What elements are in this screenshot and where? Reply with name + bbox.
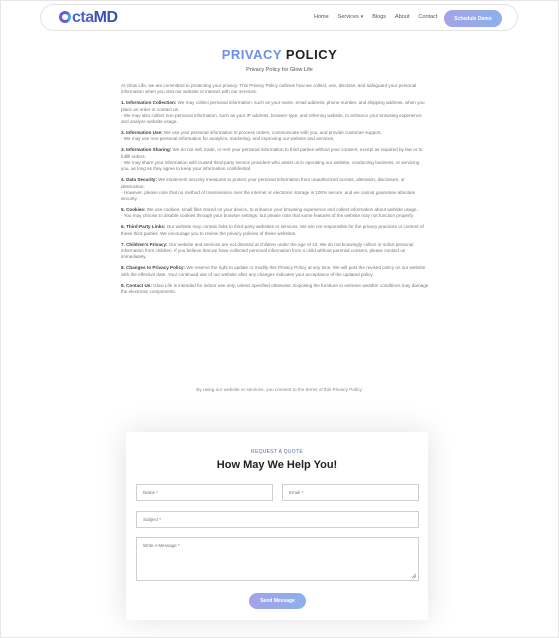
policy-sections: 1. Information Collection: We may collec…: [121, 100, 429, 295]
site-header: ctaMD Home Services ▾ Blogs About Contact…: [40, 4, 518, 31]
main-nav: Home Services ▾ Blogs About Contact: [314, 14, 446, 20]
schedule-demo-button[interactable]: Schedule Demo: [444, 10, 502, 27]
name-field[interactable]: [136, 484, 273, 501]
section-heading: 5. Cookies:: [121, 207, 146, 213]
consent-note: By using our website or services, you co…: [196, 387, 363, 392]
policy-section: 7. Children's Privacy: Our website and s…: [121, 242, 429, 261]
title-dark: POLICY: [281, 47, 338, 62]
form-eyebrow: REQUEST A QUOTE: [251, 449, 303, 455]
nav-services-label: Services: [337, 14, 359, 20]
chevron-down-icon: ▾: [360, 14, 364, 20]
form-title: How May We Help You!: [216, 459, 338, 471]
page-subtitle: Privacy Policy for Glow Life: [246, 67, 313, 73]
policy-intro: At Glow Life, we are committed to protec…: [121, 83, 417, 95]
send-message-button[interactable]: Send Message: [249, 593, 306, 609]
nav-services[interactable]: Services ▾: [338, 14, 364, 20]
section-text: Glow Life is intended for indoor use onl…: [121, 282, 429, 294]
section-text: We use your personal information to proc…: [162, 130, 382, 136]
logo-ring-icon: [59, 11, 71, 23]
policy-section: 8. Changes to Privacy Policy: We reserve…: [121, 265, 429, 278]
section-heading: 7. Children's Privacy:: [121, 241, 168, 247]
message-field[interactable]: [143, 543, 412, 575]
nav-blogs[interactable]: Blogs: [372, 14, 386, 20]
policy-section: 1. Information Collection: We may collec…: [121, 100, 429, 125]
quote-form-card: REQUEST A QUOTE How May We Help You! Sen…: [126, 432, 428, 620]
section-heading: 8. Changes to Privacy Policy:: [121, 265, 186, 271]
logo-wordmark: ctaMD: [59, 9, 118, 27]
policy-section: 2. Information Use: We use your personal…: [121, 130, 429, 143]
section-bullet: - We may share your information with tru…: [121, 160, 420, 172]
policy-section: 6. Third-Party Links: Our website may co…: [121, 224, 429, 237]
section-heading: 9. Contact Us:: [121, 282, 152, 288]
nav-contact[interactable]: Contact: [418, 14, 437, 20]
nav-home[interactable]: Home: [314, 14, 329, 20]
logo-text-cta: cta: [72, 9, 94, 26]
octamd-logo[interactable]: ctaMD: [59, 8, 118, 28]
section-bullet: - We may also collect non-personal infor…: [121, 112, 422, 125]
nav-about[interactable]: About: [395, 14, 409, 20]
title-accent: PRIVACY: [221, 47, 282, 62]
section-heading: 1. Information Collection:: [121, 100, 177, 106]
section-heading: 3. Information Sharing:: [121, 147, 172, 153]
section-text: We implement security measures to protec…: [121, 177, 405, 189]
resize-handle-icon[interactable]: [411, 573, 417, 579]
section-heading: 2. Information Use:: [121, 130, 163, 136]
policy-section: 5. Cookies: We use cookies, small files …: [121, 207, 429, 220]
section-heading: 6. Third-Party Links:: [121, 224, 166, 230]
subject-field[interactable]: [136, 511, 419, 528]
section-bullet: - However, please note that no method of…: [121, 189, 416, 202]
page-title: PRIVACY POLICY: [0, 47, 559, 62]
logo-text-md: MD: [93, 9, 118, 26]
policy-body: At Glow Life, we are committed to protec…: [121, 83, 429, 300]
policy-section: 9. Contact Us: Glow Life is intended for…: [121, 283, 429, 296]
message-field-wrapper: [136, 537, 419, 581]
section-text: Our website may contain links to third-p…: [121, 224, 424, 236]
section-heading: 4. Data Security:: [121, 177, 157, 183]
policy-section: 3. Information Sharing: We do not sell, …: [121, 147, 429, 172]
email-field[interactable]: [282, 484, 419, 501]
section-text: We use cookies, small files stored on yo…: [145, 207, 418, 213]
policy-section: 4. Data Security: We implement security …: [121, 177, 429, 202]
section-bullet: - We may use non-personal information fo…: [121, 136, 335, 142]
section-bullet: - You may choose to disable cookies thro…: [121, 213, 414, 219]
